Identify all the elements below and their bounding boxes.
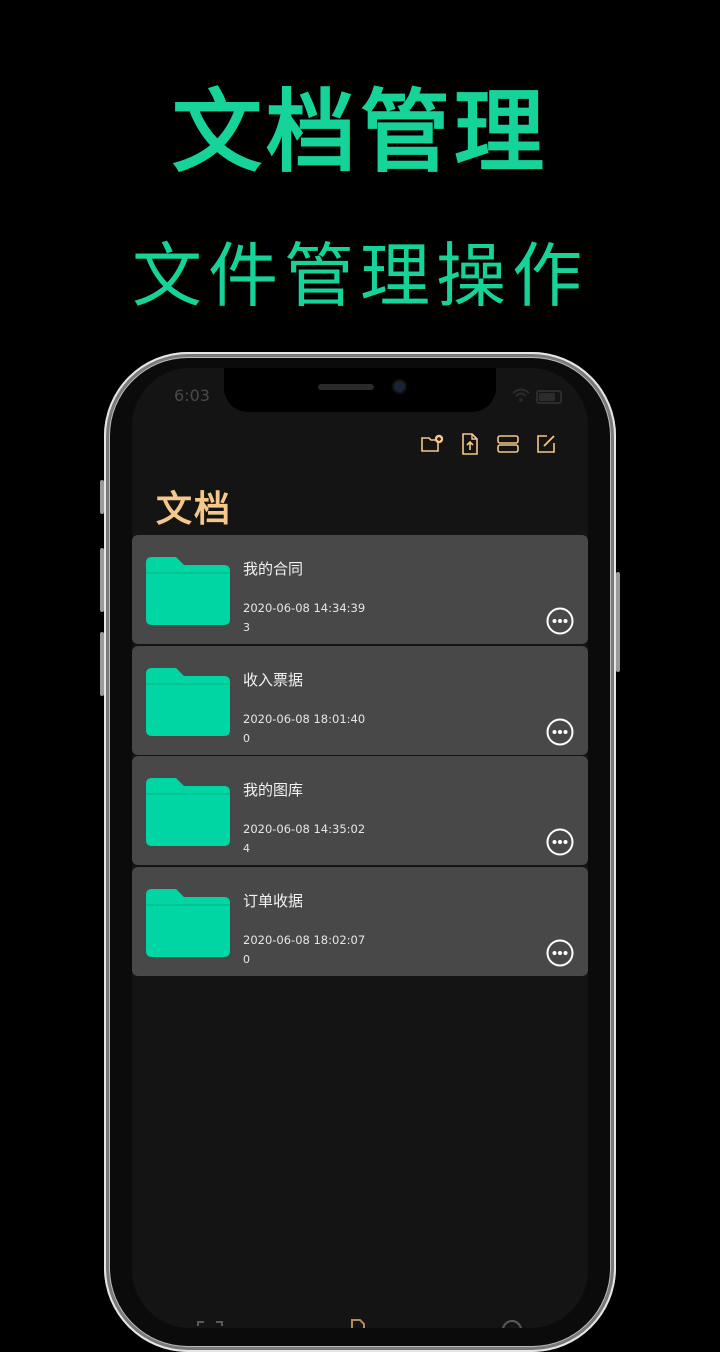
folder-count: 0 [243, 731, 250, 745]
new-folder-icon[interactable] [420, 432, 444, 456]
folder-icon [146, 557, 230, 625]
folder-name: 订单收据 [243, 891, 304, 910]
folder-count: 3 [243, 621, 250, 634]
folder-count: 0 [243, 952, 250, 966]
folder-icon [146, 667, 230, 736]
power-button [616, 572, 620, 672]
folder-list: 我的合同 2020-06-08 14:34:39 3 收入票据 2020-06-… [132, 535, 588, 977]
folder-name: 收入票据 [243, 670, 304, 689]
tab-settings-icon[interactable] [502, 1320, 522, 1328]
folder-icon [146, 778, 230, 846]
toolbar [420, 432, 558, 456]
battery-icon [536, 390, 562, 404]
notch [224, 368, 496, 412]
folder-date: 2020-06-08 18:02:07 [243, 932, 366, 947]
folder-icon [146, 888, 230, 957]
tab-documents-icon[interactable] [351, 1319, 365, 1328]
edit-icon[interactable] [534, 432, 558, 456]
folder-count: 4 [243, 842, 250, 855]
page-title: 文档 [156, 489, 233, 530]
hero-subtitle: 文件管理操作 [132, 235, 588, 317]
folder-row[interactable]: 我的合同 2020-06-08 14:34:39 3 [132, 535, 588, 644]
hero-title: 文档管理 [172, 80, 548, 185]
wifi-icon [512, 388, 530, 402]
folder-date: 2020-06-08 18:01:40 [243, 711, 366, 726]
tab-scan-icon[interactable] [197, 1321, 223, 1326]
folder-row[interactable]: 我的图库 2020-06-08 14:35:02 4 [132, 756, 588, 865]
volume-down-button [100, 632, 104, 696]
folder-row[interactable]: 收入票据 2020-06-08 18:01:40 0 [132, 645, 588, 755]
status-time: 6:03 [174, 386, 210, 405]
more-icon[interactable] [546, 607, 574, 635]
layout-icon[interactable] [496, 432, 520, 456]
tab-bar [197, 1319, 522, 1328]
speaker [318, 384, 374, 390]
more-icon[interactable] [546, 718, 574, 746]
folder-date: 2020-06-08 14:34:39 [243, 601, 366, 615]
folder-name: 我的合同 [243, 560, 304, 578]
mute-switch [100, 480, 104, 514]
camera [394, 381, 405, 392]
more-icon[interactable] [546, 939, 574, 967]
folder-row[interactable]: 订单收据 2020-06-08 18:02:07 0 [132, 866, 588, 976]
more-icon[interactable] [546, 828, 574, 856]
phone-screen: 6:03 文档 我的合同 2020-06-08 14:34:39 3 收入票据 … [132, 368, 588, 1328]
folder-date: 2020-06-08 14:35:02 [243, 822, 366, 836]
import-file-icon[interactable] [458, 432, 482, 456]
folder-name: 我的图库 [243, 781, 304, 799]
volume-up-button [100, 548, 104, 612]
